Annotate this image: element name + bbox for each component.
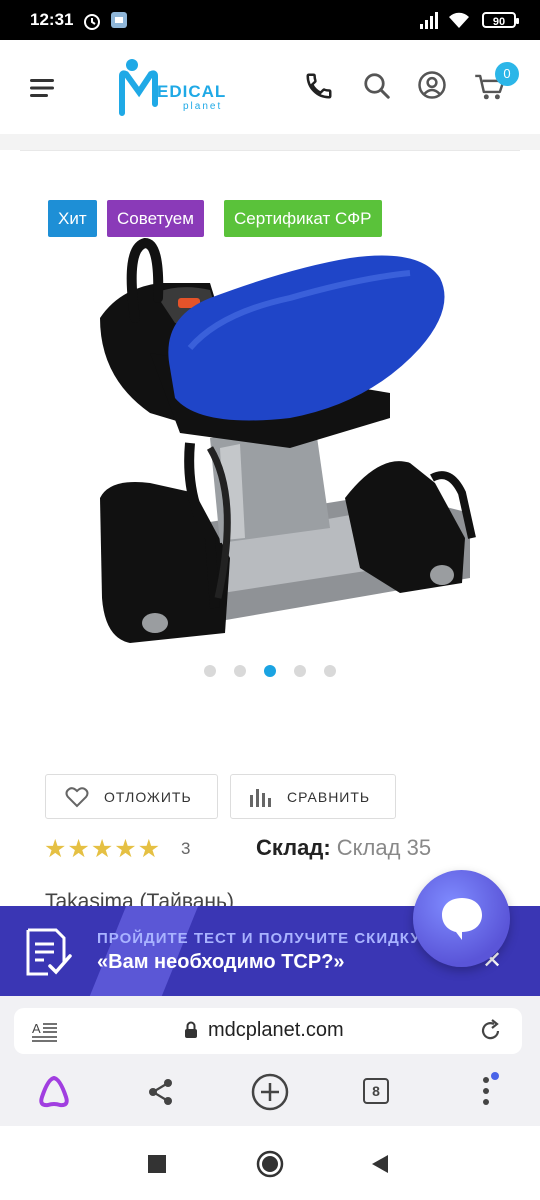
signal-icon (420, 12, 438, 29)
chat-bubble-icon (442, 898, 482, 940)
url-text: mdcplanet.com (208, 1019, 344, 1041)
site-header: EDICAL planet (0, 40, 540, 134)
postpone-button[interactable]: ОТЛОЖИТЬ (45, 774, 218, 819)
gallery-dot-4[interactable] (294, 665, 306, 677)
compare-button[interactable]: СРАВНИТЬ (230, 774, 396, 819)
badge-certificate: Сертификат СФР (224, 200, 382, 237)
cart-count-badge[interactable]: 0 (495, 62, 519, 86)
rating-stars: ★★★★★ (44, 835, 162, 863)
promo-title: ПРОЙДИТЕ ТЕСТ И ПОЛУЧИТЕ СКИДКУ (97, 930, 421, 947)
postpone-label: ОТЛОЖИТЬ (104, 788, 192, 805)
compare-label: СРАВНИТЬ (287, 788, 371, 805)
compare-bars-icon (250, 788, 271, 807)
alice-assistant-icon[interactable] (36, 1075, 72, 1109)
badge-recommend: Советуем (107, 200, 204, 237)
lock-icon (185, 1021, 197, 1038)
home-icon[interactable] (256, 1150, 284, 1178)
checklist-icon (26, 928, 72, 976)
tabs-counter[interactable]: 8 (363, 1078, 389, 1104)
system-nav-bar (0, 1128, 540, 1200)
gallery-dot-1[interactable] (204, 665, 216, 677)
status-bar: 12:31 90 (0, 0, 540, 40)
new-tab-plus-icon[interactable] (250, 1072, 290, 1112)
logo-subtext: planet (183, 101, 223, 112)
heart-icon (65, 786, 89, 807)
chat-button[interactable] (413, 870, 510, 967)
badge-hit: Хит (48, 200, 97, 237)
status-time: 12:31 (30, 10, 74, 29)
share-icon[interactable] (147, 1078, 175, 1106)
more-menu-icon[interactable] (478, 1072, 500, 1108)
logo-figure-icon (119, 59, 158, 116)
stock-info: Склад: Склад 35 (256, 835, 431, 861)
alarm-icon (84, 14, 100, 30)
hamburger-menu-icon[interactable] (30, 78, 56, 98)
promo-subtitle: «Вам необходимо ТСР?» (97, 951, 345, 973)
header-divider (0, 134, 540, 150)
product-image[interactable] (90, 238, 480, 648)
stock-value: Склад 35 (336, 835, 432, 860)
back-icon[interactable] (370, 1154, 390, 1174)
user-account-icon[interactable] (417, 70, 447, 100)
recent-apps-icon[interactable] (148, 1155, 166, 1173)
reader-mode-icon[interactable]: A (32, 1020, 58, 1042)
reload-icon[interactable] (480, 1019, 502, 1043)
site-logo[interactable]: EDICAL planet (117, 56, 229, 116)
stock-label: Склад: (256, 835, 331, 860)
gallery-dot-3-active[interactable] (264, 665, 276, 677)
svg-text:A: A (32, 1021, 41, 1036)
address-bar[interactable]: A mdcplanet.com (14, 1008, 522, 1054)
search-icon[interactable] (362, 71, 392, 101)
review-count[interactable]: 3 (181, 839, 190, 859)
gallery-dot-5[interactable] (324, 665, 336, 677)
gallery-dot-2[interactable] (234, 665, 246, 677)
battery-indicator: 90 (482, 12, 519, 28)
phone-icon[interactable] (304, 71, 334, 101)
logo-text: EDICAL (157, 82, 227, 101)
content-divider (20, 150, 520, 151)
wifi-icon (449, 12, 469, 28)
screenshot-icon (111, 12, 127, 28)
